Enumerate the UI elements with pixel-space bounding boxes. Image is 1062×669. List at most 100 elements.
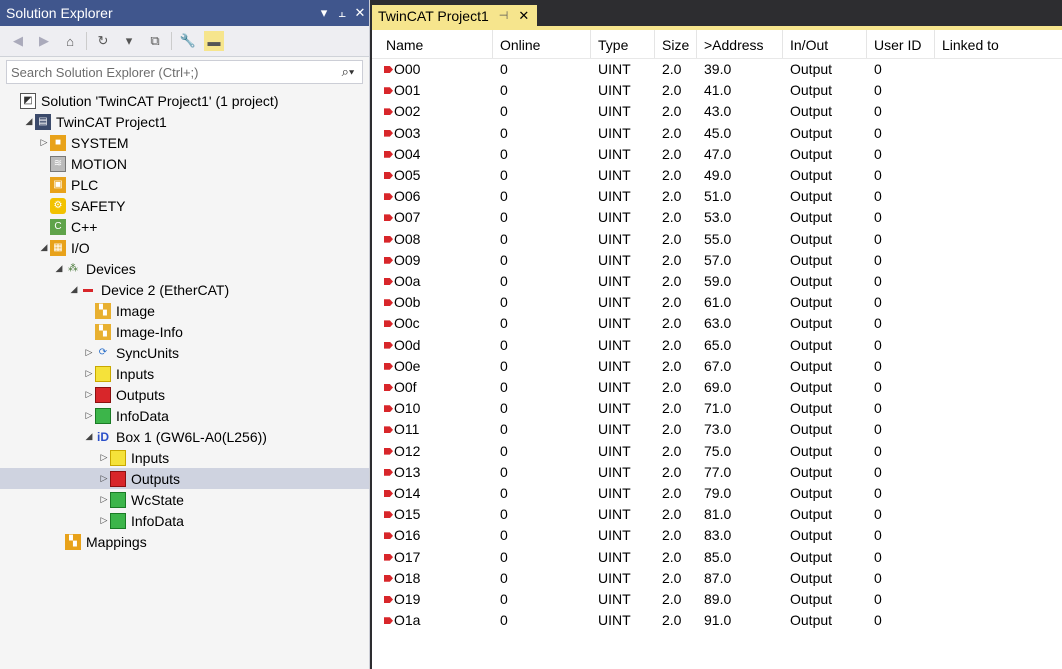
table-cell: UINT: [598, 315, 631, 332]
expand-arrow-icon[interactable]: ▷: [83, 389, 95, 400]
table-row[interactable]: O04 0 UINT 2.0 47.0 Output 0: [372, 144, 1062, 165]
table-row[interactable]: O0d 0 UINT 2.0 65.0 Output 0: [372, 335, 1062, 356]
tree-item[interactable]: ≋ MOTION: [0, 153, 369, 174]
table-row[interactable]: O06 0 UINT 2.0 51.0 Output 0: [372, 186, 1062, 207]
table-row[interactable]: O03 0 UINT 2.0 45.0 Output 0: [372, 123, 1062, 144]
close-pane-icon[interactable]: ✕: [351, 5, 369, 21]
sync-dropdown-icon[interactable]: ▾: [119, 31, 139, 51]
table-cell: 0: [500, 485, 508, 501]
properties-wrench-icon[interactable]: 🔧: [178, 31, 198, 51]
table-row[interactable]: O00 0 UINT 2.0 39.0 Output 0: [372, 59, 1062, 80]
table-row[interactable]: O0a 0 UINT 2.0 59.0 Output 0: [372, 271, 1062, 292]
expand-arrow-icon[interactable]: ▷: [83, 347, 95, 358]
tree-item[interactable]: ▷ Inputs: [0, 363, 369, 384]
auto-hide-pin-icon[interactable]: ⫠: [333, 5, 351, 21]
home-icon[interactable]: ⌂: [60, 31, 80, 51]
table-row[interactable]: O14 0 UINT 2.0 79.0 Output 0: [372, 483, 1062, 504]
tree-item[interactable]: ▷ Outputs: [0, 384, 369, 405]
tree-item[interactable]: ▷ WcState: [0, 489, 369, 510]
table-row[interactable]: O07 0 UINT 2.0 53.0 Output 0: [372, 207, 1062, 228]
tree-item[interactable]: ▷ ■ SYSTEM: [0, 132, 369, 153]
tree-item[interactable]: ◢ iD Box 1 (GW6L-A0(L256)): [0, 426, 369, 447]
column-header[interactable]: Type: [598, 37, 628, 53]
expand-arrow-icon[interactable]: ◢: [38, 242, 50, 253]
column-divider[interactable]: [654, 30, 655, 58]
column-divider[interactable]: [492, 30, 493, 58]
column-divider[interactable]: [782, 30, 783, 58]
table-row[interactable]: O15 0 UINT 2.0 81.0 Output 0: [372, 504, 1062, 525]
table-row[interactable]: O05 0 UINT 2.0 49.0 Output 0: [372, 165, 1062, 186]
table-row[interactable]: O0b 0 UINT 2.0 61.0 Output 0: [372, 292, 1062, 313]
pin-tab-icon[interactable]: ⊣: [499, 9, 509, 22]
expand-arrow-icon[interactable]: ◢: [23, 116, 35, 127]
search-input[interactable]: Search Solution Explorer (Ctrl+;): [7, 65, 334, 80]
table-row[interactable]: O0e 0 UINT 2.0 67.0 Output 0: [372, 356, 1062, 377]
tree-item[interactable]: ▣ PLC: [0, 174, 369, 195]
table-row[interactable]: O1a 0 UINT 2.0 91.0 Output 0: [372, 610, 1062, 631]
table-row[interactable]: O16 0 UINT 2.0 83.0 Output 0: [372, 525, 1062, 546]
tree-item[interactable]: ◩ Solution 'TwinCAT Project1' (1 project): [0, 90, 369, 111]
tree-item[interactable]: ⚙ SAFETY: [0, 195, 369, 216]
table-row[interactable]: O13 0 UINT 2.0 77.0 Output 0: [372, 462, 1062, 483]
expand-arrow-icon[interactable]: ▷: [38, 137, 50, 148]
tree-item[interactable]: ◢ ▦ I/O: [0, 237, 369, 258]
table-row[interactable]: O0c 0 UINT 2.0 63.0 Output 0: [372, 313, 1062, 334]
table-row[interactable]: O02 0 UINT 2.0 43.0 Output 0: [372, 101, 1062, 122]
tree-item[interactable]: ▷ InfoData: [0, 405, 369, 426]
history-icon[interactable]: ↻: [93, 31, 113, 51]
tree-item[interactable]: ▚ Image-Info: [0, 321, 369, 342]
column-divider[interactable]: [866, 30, 867, 58]
table-row[interactable]: O01 0 UINT 2.0 41.0 Output 0: [372, 80, 1062, 101]
table-row[interactable]: O08 0 UINT 2.0 55.0 Output 0: [372, 229, 1062, 250]
table-row[interactable]: O12 0 UINT 2.0 75.0 Output 0: [372, 441, 1062, 462]
column-divider[interactable]: [934, 30, 935, 58]
expand-arrow-icon[interactable]: ▷: [98, 473, 110, 484]
expand-arrow-icon[interactable]: ◢: [68, 284, 80, 295]
variable-name: O0f: [394, 379, 417, 395]
column-header[interactable]: Online: [500, 37, 540, 53]
search-solution-explorer[interactable]: Search Solution Explorer (Ctrl+;) ⌕▾: [6, 60, 363, 84]
column-header[interactable]: Linked to: [942, 37, 999, 53]
expand-arrow-icon[interactable]: ◢: [53, 263, 65, 274]
tree-item[interactable]: ▷ Inputs: [0, 447, 369, 468]
column-header[interactable]: >Address: [704, 37, 764, 53]
column-divider[interactable]: [590, 30, 591, 58]
search-icon[interactable]: ⌕▾: [334, 64, 362, 80]
tree-item[interactable]: ◢ ▤ TwinCAT Project1: [0, 111, 369, 132]
tree-item[interactable]: ▷ InfoData: [0, 510, 369, 531]
tab-twincat-project1[interactable]: TwinCAT Project1 ⊣ ✕: [372, 5, 538, 26]
close-tab-icon[interactable]: ✕: [518, 8, 529, 24]
collapse-all-icon[interactable]: ⧉: [145, 31, 165, 51]
tree-item[interactable]: ◢ ▬ Device 2 (EtherCAT): [0, 279, 369, 300]
tree-item[interactable]: ◢ ⁂ Devices: [0, 258, 369, 279]
table-cell: 91.0: [704, 612, 732, 629]
table-row[interactable]: O0f 0 UINT 2.0 69.0 Output 0: [372, 377, 1062, 398]
forward-arrow-icon[interactable]: ▶: [34, 31, 54, 51]
expand-arrow-icon[interactable]: ▷: [98, 494, 110, 505]
table-cell: 2.0: [662, 103, 682, 120]
column-header[interactable]: Size: [662, 37, 689, 53]
column-header[interactable]: User ID: [874, 37, 921, 53]
expand-arrow-icon[interactable]: ▷: [83, 410, 95, 421]
preview-selected-icon[interactable]: ▬: [204, 31, 224, 51]
table-row[interactable]: O19 0 UINT 2.0 89.0 Output 0: [372, 589, 1062, 610]
column-divider[interactable]: [696, 30, 697, 58]
expand-arrow-icon[interactable]: ◢: [83, 431, 95, 442]
tree-item[interactable]: ▚ Image: [0, 300, 369, 321]
column-header[interactable]: Name: [386, 37, 423, 53]
tree-item[interactable]: ▚ Mappings: [0, 531, 369, 552]
tree-item[interactable]: C C++: [0, 216, 369, 237]
column-header[interactable]: In/Out: [790, 37, 828, 53]
tree-item[interactable]: ▷ ⟳ SyncUnits: [0, 342, 369, 363]
window-position-dropdown-icon[interactable]: ▾: [315, 5, 333, 21]
expand-arrow-icon[interactable]: ▷: [83, 368, 95, 379]
table-row[interactable]: O18 0 UINT 2.0 87.0 Output 0: [372, 568, 1062, 589]
table-row[interactable]: O11 0 UINT 2.0 73.0 Output 0: [372, 419, 1062, 440]
table-row[interactable]: O09 0 UINT 2.0 57.0 Output 0: [372, 250, 1062, 271]
table-row[interactable]: O10 0 UINT 2.0 71.0 Output 0: [372, 398, 1062, 419]
expand-arrow-icon[interactable]: ▷: [98, 452, 110, 463]
tree-item[interactable]: ▷ Outputs: [0, 468, 369, 489]
back-arrow-icon[interactable]: ◀: [8, 31, 28, 51]
table-row[interactable]: O17 0 UINT 2.0 85.0 Output 0: [372, 547, 1062, 568]
expand-arrow-icon[interactable]: ▷: [98, 515, 110, 526]
